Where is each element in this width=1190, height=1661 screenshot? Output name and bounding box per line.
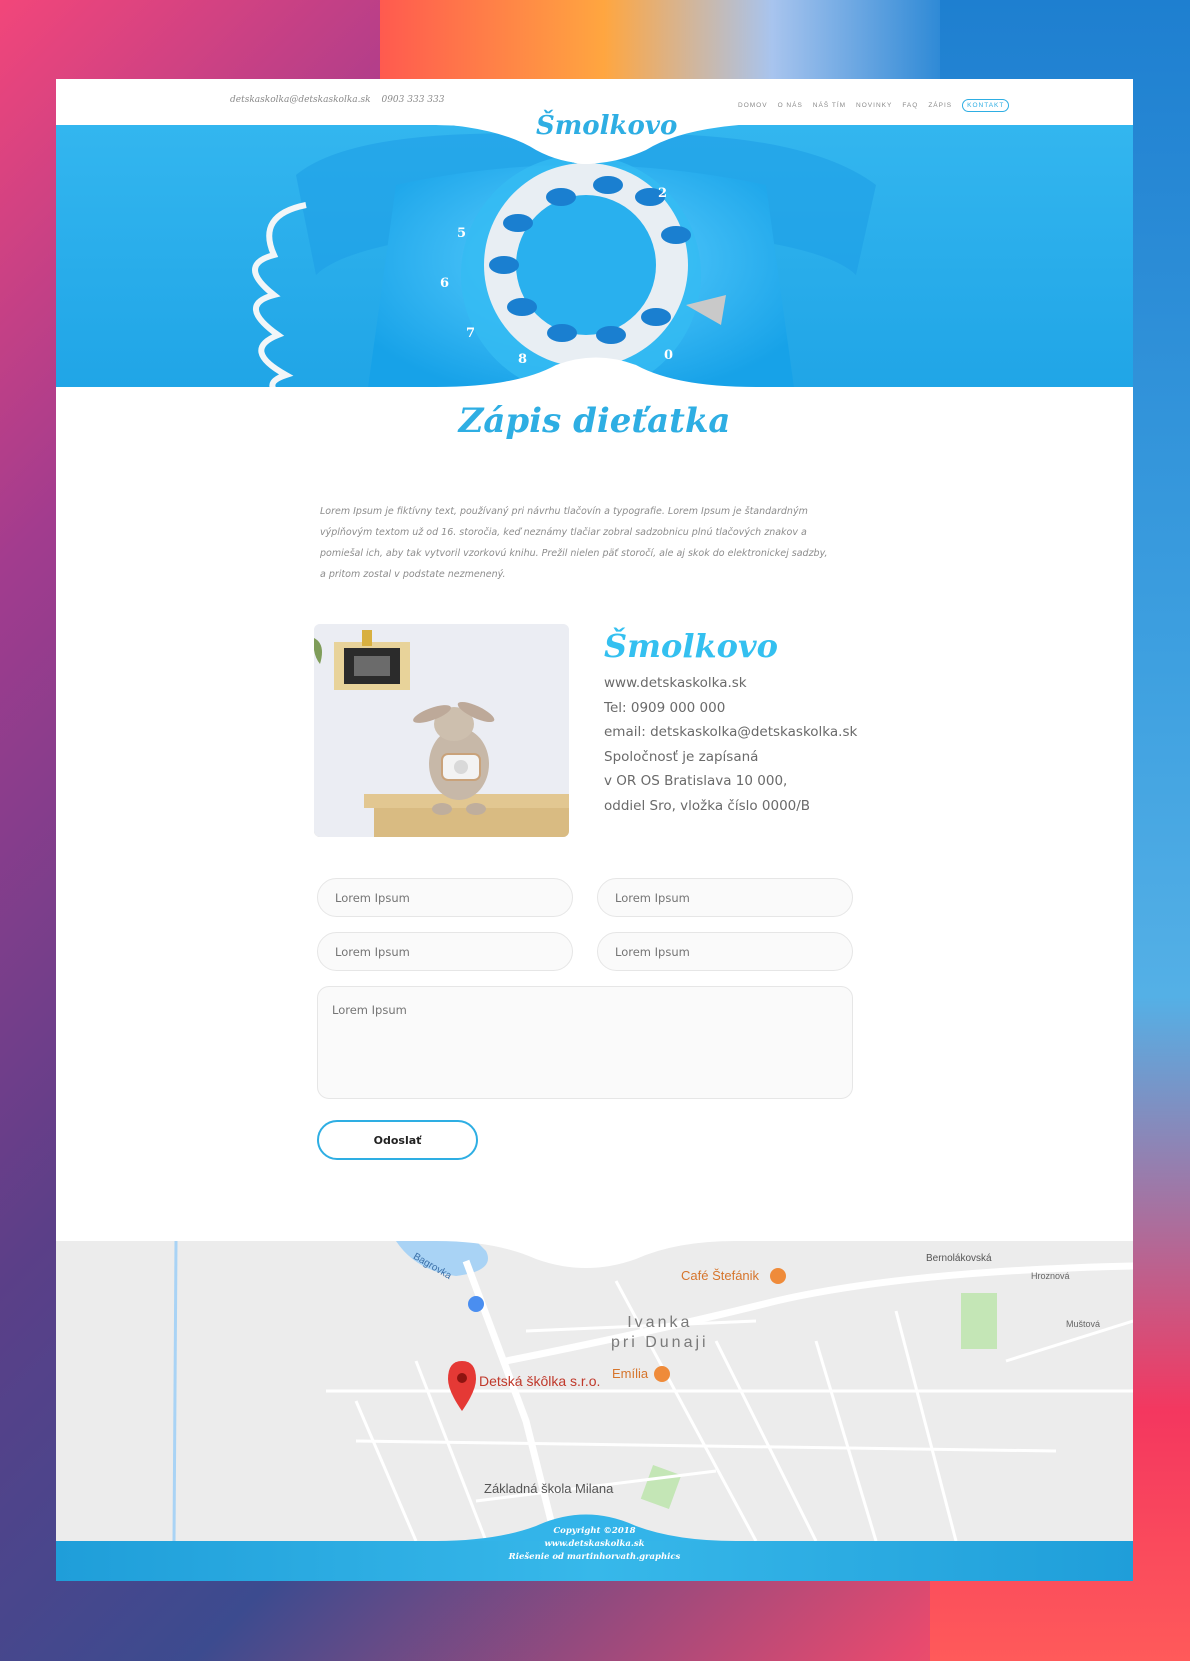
dial-number-6: 6 [440,276,449,291]
footer-copyright: Copyright ©2018 [553,1526,636,1536]
map-roads [56,1241,1133,1541]
main-nav: DOMOV O NÁS NÁŠ TÍM NOVINKY FAQ ZÁPIS KO… [738,99,1010,112]
nav-nas-tim[interactable]: NÁŠ TÍM [813,102,846,109]
dial-number-0: 0 [664,348,673,363]
info-registration-2: v OR OS Bratislava 10 000, [604,773,788,789]
info-registration-1: Spoločnosť je zapísaná [604,748,759,765]
telephone-illustration: 5 6 7 8 0 2 [56,125,1133,402]
footer-website[interactable]: www.detskaskolka.sk [56,1538,1133,1551]
map-school-label: Základná škola Milana [484,1481,614,1496]
map-marker-label: Detská škôlka s.r.o. [479,1373,601,1389]
map-street-bernolakovska: Bernolákovská [926,1253,992,1264]
page-title: Zápis dieťatka [458,401,731,441]
restaurant-icon[interactable] [654,1366,670,1382]
form-field-3[interactable] [317,932,573,971]
map-town-label: Ivanka pri Dunaji [611,1314,709,1351]
background-gradient-top [380,0,940,80]
form-field-2[interactable] [597,878,853,917]
nav-novinky[interactable]: NOVINKY [856,102,892,109]
dial-number-5: 5 [457,226,466,241]
hero-banner: 5 6 7 8 0 2 [56,125,1133,402]
header-phone[interactable]: 0903 333 333 [381,95,444,105]
form-field-4[interactable] [597,932,853,971]
footer-credit[interactable]: Riešenie od martinhorvath.graphics [56,1551,1133,1564]
info-logo: Šmolkovo [604,627,778,665]
bunny-toy-image [314,624,569,837]
contact-info: Šmolkovo www.detskaskolka.sk Tel: 0909 0… [604,627,904,818]
nav-faq[interactable]: FAQ [902,102,918,109]
map-poi-emilia: Emília [612,1366,649,1381]
shopping-icon[interactable] [468,1296,484,1312]
dial-number-8: 8 [518,352,527,367]
page: detskaskolka@detskaskolka.sk 0903 333 33… [56,79,1133,1581]
nav-zapis[interactable]: ZÁPIS [928,102,952,109]
dial-number-7: 7 [466,326,475,341]
message-field[interactable] [317,986,853,1099]
info-registration-3: oddiel Sro, vložka číslo 0000/B [604,797,811,814]
map-street-mustova: Muštová [1066,1319,1101,1329]
header-email[interactable]: detskaskolka@detskaskolka.sk [230,95,371,105]
info-website[interactable]: www.detskaskolka.sk [604,671,904,696]
info-phone[interactable]: Tel: 0909 000 000 [604,696,904,721]
footer-text: Copyright ©2018 www.detskaskolka.sk Rieš… [56,1525,1133,1564]
nav-domov[interactable]: DOMOV [738,102,768,109]
info-email[interactable]: email: detskaskolka@detskaskolka.sk [604,720,904,745]
submit-button[interactable]: Odoslať [317,1120,478,1160]
map-poi-cafe: Café Štefánik [681,1268,760,1283]
form-field-1[interactable] [317,878,573,917]
dial-number-2: 2 [658,186,667,201]
header-contact: detskaskolka@detskaskolka.sk 0903 333 33… [230,95,452,105]
nav-kontakt[interactable]: KONTAKT [962,99,1010,112]
nav-o-nas[interactable]: O NÁS [778,102,803,109]
intro-text: Lorem Ipsum je fiktívny text, používaný … [320,506,828,580]
kindergarten-photo [314,624,569,837]
cafe-icon[interactable] [770,1268,786,1284]
site-logo[interactable]: Šmolkovo [536,111,677,141]
location-map[interactable]: Ivanka pri Dunaji Detská škôlka s.r.o. C… [56,1241,1133,1541]
map-street-hroznova: Hroznová [1031,1271,1070,1281]
